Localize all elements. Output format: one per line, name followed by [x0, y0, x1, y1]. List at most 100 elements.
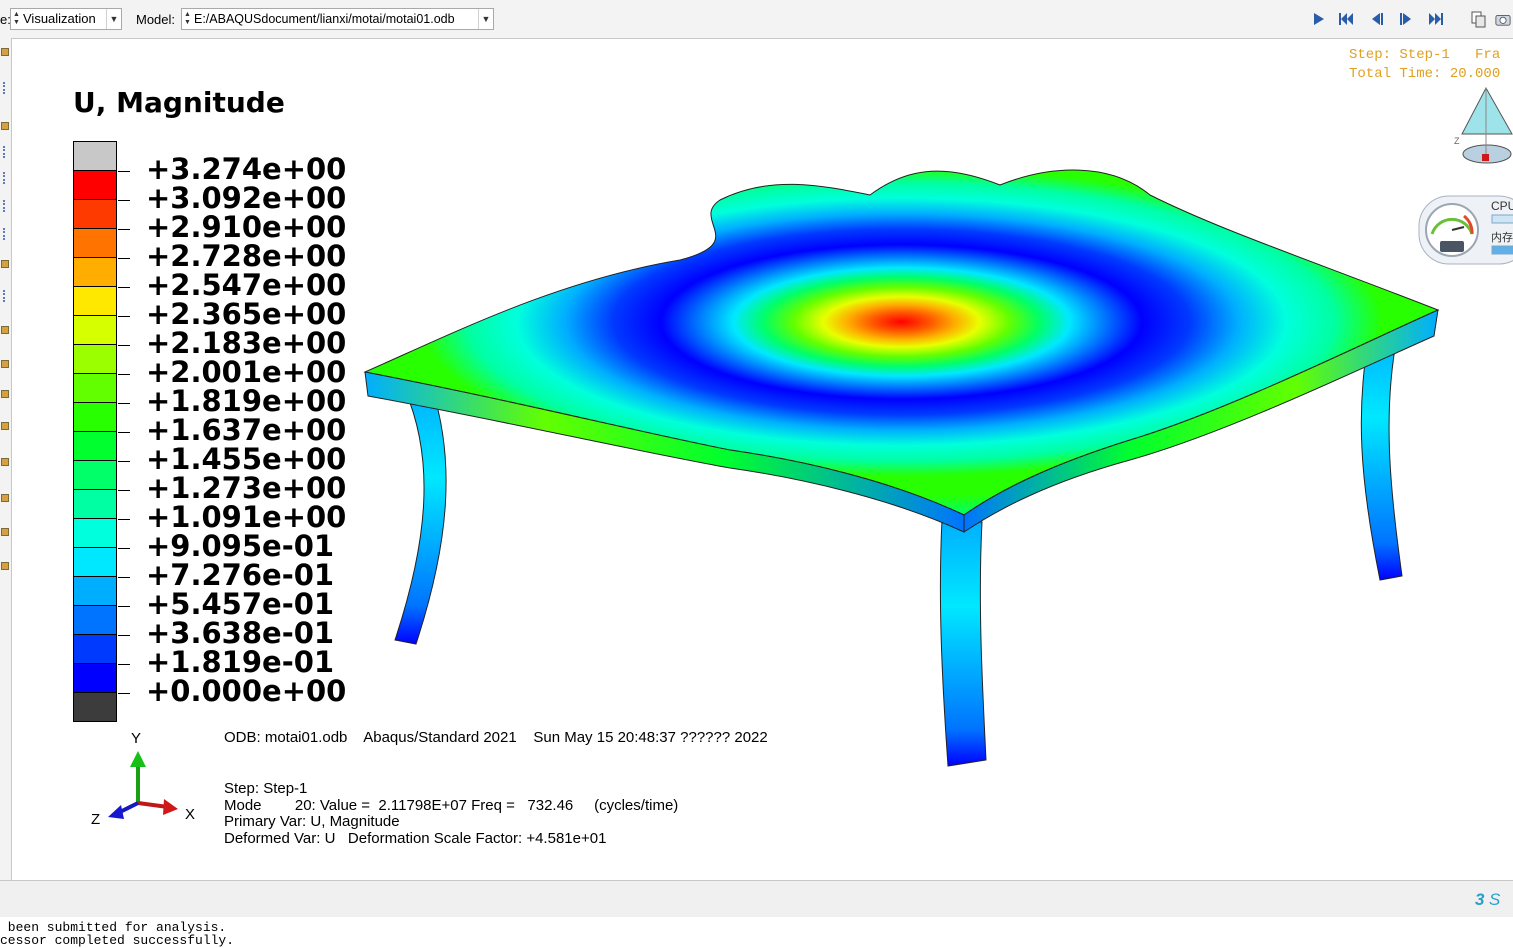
tool-icon[interactable] [1, 528, 9, 536]
legend-tick [118, 286, 130, 288]
legend-title: U, Magnitude [73, 86, 285, 119]
legend-color-swatch [73, 692, 117, 722]
tool-icon[interactable] [1, 422, 9, 430]
coordinate-triad: Y X Z [91, 730, 195, 827]
legend-color-swatch [73, 199, 117, 228]
model-label: Model: [136, 12, 176, 27]
tool-icon[interactable] [1, 260, 9, 268]
spin-arrows-icon[interactable]: ▲ ▼ [13, 11, 21, 27]
legend-value: +2.547e+00 [118, 271, 346, 300]
module-select-value: Visualization [23, 11, 96, 26]
legend-tick [118, 460, 130, 462]
legend-tick [118, 199, 130, 201]
play-icon[interactable] [1311, 12, 1327, 26]
legend-value: +2.183e+00 [118, 329, 346, 358]
view-cube-face [1461, 86, 1513, 135]
legend-color-swatch [73, 344, 117, 373]
first-frame-icon[interactable] [1338, 12, 1354, 26]
legend-value: +1.273e+00 [118, 474, 346, 503]
module-select[interactable]: ▲ ▼ Visualization ▼ [10, 8, 122, 30]
legend-tick [118, 634, 130, 636]
legend-tick [118, 344, 130, 346]
spin-arrows-icon[interactable]: ▲ ▼ [184, 11, 192, 27]
legend-color-swatch [73, 431, 117, 460]
context-toolbar: e: ▲ ▼ Visualization ▼ Model: ▲ ▼ E:/ABAQU… [0, 0, 1513, 39]
legend-value: +1.819e-01 [118, 648, 334, 677]
last-frame-icon[interactable] [1428, 12, 1444, 26]
legend-color-swatch [73, 576, 117, 605]
legend-value: +7.276e-01 [118, 561, 334, 590]
mode-line: Mode 20: Value = 2.11798E+07 Freq = 732.… [224, 796, 679, 814]
grip-icon[interactable] [3, 290, 7, 302]
legend-value-text: +0.000e+00 [146, 674, 347, 708]
legend-value: +2.365e+00 [118, 300, 346, 329]
grip-icon[interactable] [3, 172, 7, 184]
grip-icon[interactable] [3, 228, 7, 240]
table-leg-front [939, 519, 987, 767]
step-frame-line: Step: Step-1 Fra [1349, 47, 1501, 63]
camera-icon[interactable] [1495, 10, 1511, 28]
legend-color-swatch [73, 605, 117, 634]
legend-value: +3.274e+00 [118, 155, 346, 184]
legend-color-swatch [73, 170, 117, 199]
legend-color-swatch [73, 257, 117, 286]
legend-value: +9.095e-01 [118, 532, 334, 561]
step-info-block: Step: Step-1 Mode 20: Value = 2.11798E+07… [224, 780, 679, 847]
legend-value: +1.455e+00 [118, 445, 346, 474]
x-axis-head [163, 799, 178, 815]
contour-legend-bar [73, 141, 117, 722]
step-frame-overlay: Step: Step-1 Fra Total Time: 20.000 [1349, 46, 1500, 84]
legend-value: +1.819e+00 [118, 387, 346, 416]
legend-value: +3.638e-01 [118, 619, 334, 648]
tool-icon[interactable] [1, 326, 9, 334]
legend-value: +0.000e+00 [118, 677, 346, 706]
legend-tick [118, 547, 130, 549]
grip-icon[interactable] [3, 146, 7, 158]
tool-icon[interactable] [1, 48, 9, 56]
view-cube-icon[interactable]: Z [1450, 82, 1513, 172]
tool-icon[interactable] [1, 360, 9, 368]
cpu-monitor-widget: CPU 内存 [1418, 195, 1513, 265]
tool-icon[interactable] [1, 390, 9, 398]
legend-color-swatch [73, 228, 117, 257]
tool-icon[interactable] [1, 458, 9, 466]
grip-icon[interactable] [3, 200, 7, 212]
legend-tick [118, 663, 130, 665]
table-leg-back-right [1360, 329, 1403, 581]
frame-selector-icon[interactable] [1470, 10, 1486, 28]
model-select[interactable]: ▲ ▼ E:/ABAQUSdocument/lianxi/motai/motai0… [181, 8, 494, 30]
legend-color-swatch [73, 460, 117, 489]
legend-value: +5.457e-01 [118, 590, 334, 619]
legend-value: +2.001e+00 [118, 358, 346, 387]
tool-icon[interactable] [1, 122, 9, 130]
grip-icon[interactable] [3, 82, 7, 94]
legend-color-swatch [73, 402, 117, 431]
x-axis-arrow [137, 801, 169, 809]
legend-tick [118, 373, 130, 375]
legend-tick [118, 431, 130, 433]
legend-color-swatch [73, 286, 117, 315]
model-select-value: E:/ABAQUSdocument/lianxi/motai/motai01.o… [194, 12, 455, 26]
legend-tick [118, 402, 130, 404]
legend-tick [118, 692, 130, 694]
status-bar: 3 S [0, 880, 1513, 918]
legend-value: +2.910e+00 [118, 213, 346, 242]
legend-color-swatch [73, 373, 117, 402]
deformed-var-line: Deformed Var: U Deformation Scale Factor… [224, 829, 607, 847]
table-top-surface [363, 169, 1440, 516]
chevron-down-icon[interactable]: ▼ [478, 9, 493, 29]
chevron-down-icon[interactable]: ▼ [106, 9, 121, 29]
table-leg-front-left [394, 387, 447, 645]
legend-color-swatch [73, 315, 117, 344]
legend-tick [118, 489, 130, 491]
z-axis-label: Z [91, 811, 100, 827]
legend-tick [118, 315, 130, 317]
cpu-label: CPU [1491, 199, 1513, 213]
tool-icon[interactable] [1, 562, 9, 570]
next-frame-icon[interactable] [1399, 12, 1415, 26]
tool-icon[interactable] [1, 494, 9, 502]
y-axis-head [130, 751, 146, 767]
legend-tick [118, 257, 130, 259]
legend-value: +2.728e+00 [118, 242, 346, 271]
previous-frame-icon[interactable] [1368, 12, 1384, 26]
